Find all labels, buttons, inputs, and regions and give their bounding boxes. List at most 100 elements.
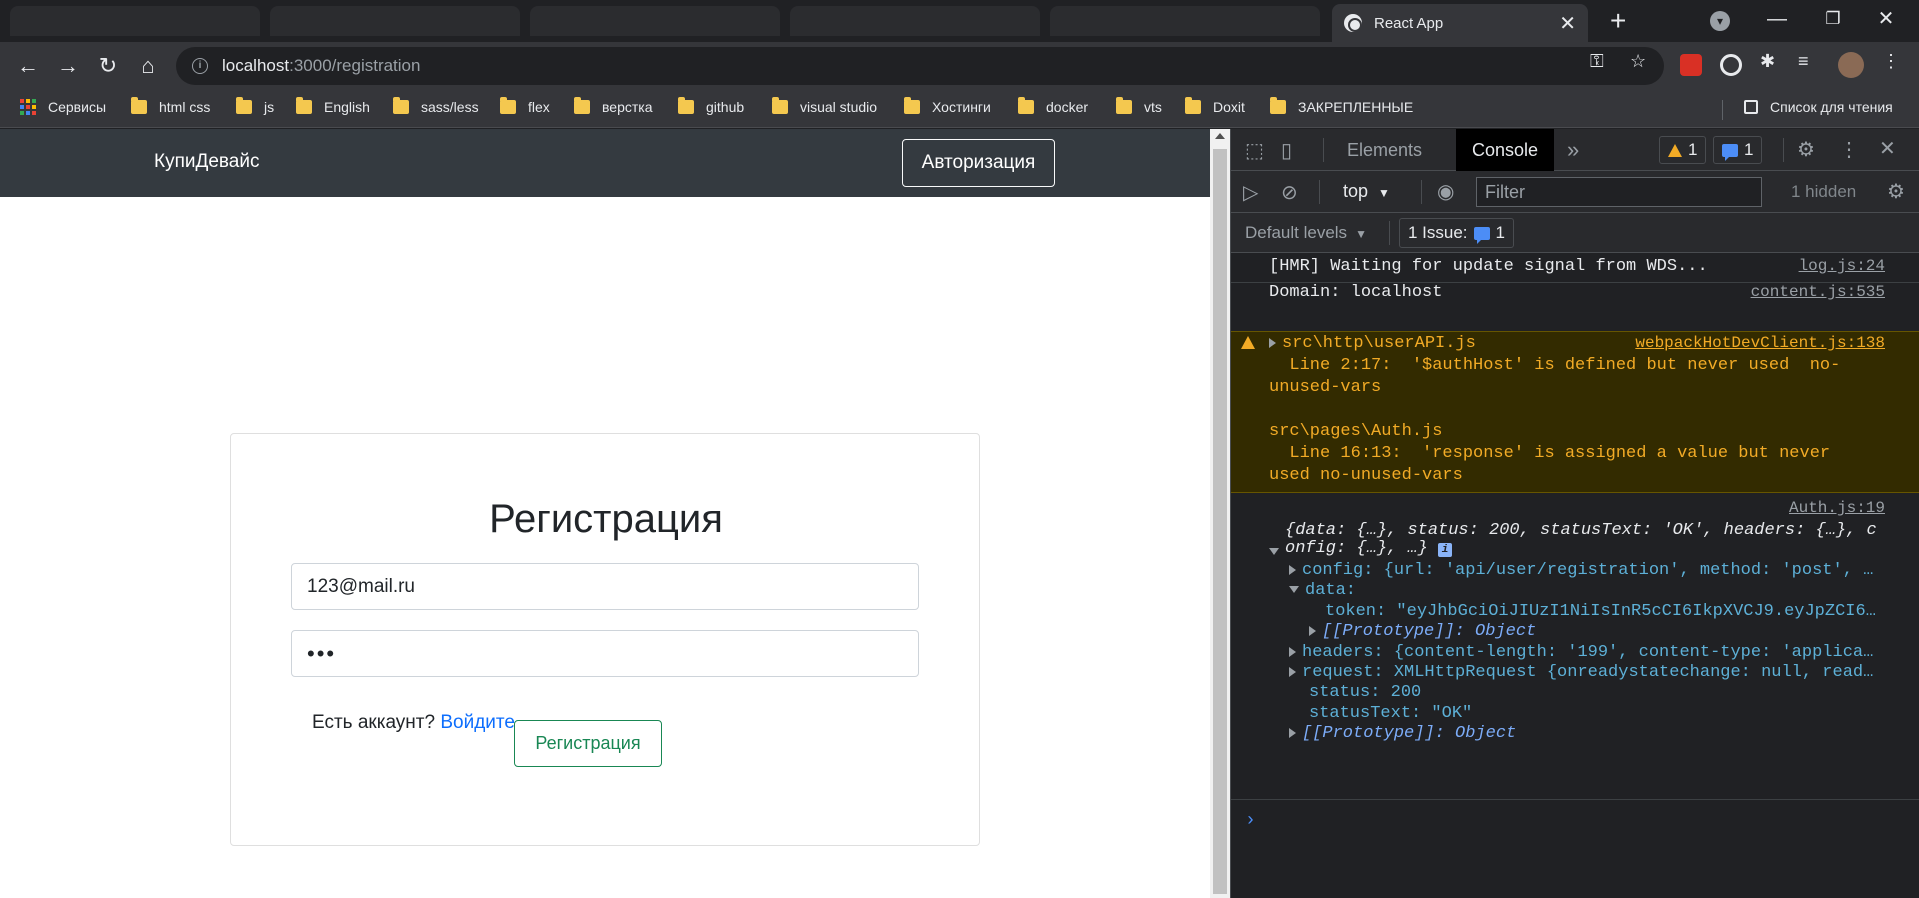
- clear-console-icon[interactable]: ⊘: [1281, 180, 1298, 205]
- gear-icon[interactable]: ⚙: [1887, 179, 1905, 204]
- prop-prototype[interactable]: [[Prototype]]: Object: [1289, 724, 1516, 743]
- window-close-button[interactable]: ✕: [1866, 4, 1906, 34]
- tab-elements[interactable]: Elements: [1331, 129, 1438, 171]
- bookmark-folder[interactable]: vts: [1116, 97, 1162, 115]
- bookmark-folder[interactable]: html css: [131, 97, 210, 115]
- warnings-badge[interactable]: 1: [1659, 136, 1707, 164]
- login-button[interactable]: Авторизация: [902, 139, 1055, 187]
- gear-icon[interactable]: ⚙: [1797, 137, 1815, 162]
- register-button[interactable]: Регистрация: [514, 720, 662, 767]
- warning-file-1[interactable]: src\http\userAPI.js: [1269, 334, 1476, 353]
- log-levels-select[interactable]: Default levels ▼: [1245, 223, 1367, 243]
- background-tab[interactable]: [1050, 6, 1320, 36]
- folder-icon: [1270, 97, 1286, 114]
- password-field[interactable]: •••: [291, 630, 919, 677]
- bookmark-apps[interactable]: Сервисы: [20, 99, 106, 115]
- eye-icon[interactable]: ◉: [1437, 179, 1454, 204]
- reload-button[interactable]: ↻: [92, 50, 124, 82]
- source-link[interactable]: Auth.js:19: [1789, 499, 1885, 517]
- minimize-button[interactable]: —: [1757, 4, 1797, 34]
- bookmark-folder[interactable]: visual studio: [772, 97, 877, 115]
- close-icon[interactable]: ✕: [1879, 136, 1896, 161]
- object-toggle[interactable]: [1269, 543, 1285, 562]
- object-summary-text: onfig: {…}, …}: [1285, 539, 1428, 558]
- info-icon[interactable]: i: [1438, 543, 1453, 557]
- context-select[interactable]: top ▼: [1343, 181, 1390, 202]
- expand-arrow-icon: [1289, 666, 1296, 677]
- login-link[interactable]: Войдите: [440, 712, 515, 733]
- sidebar-toggle-icon[interactable]: ▷: [1243, 180, 1258, 205]
- back-button[interactable]: ←: [12, 50, 44, 82]
- bookmark-folder[interactable]: js: [236, 97, 274, 115]
- prop-prototype[interactable]: [[Prototype]]: Object: [1309, 622, 1536, 641]
- scrollbar-thumb[interactable]: [1213, 149, 1227, 894]
- brand-link[interactable]: КупиДевайс: [154, 151, 259, 173]
- warning-text: Line 16:13: 'response' is assigned a val…: [1269, 444, 1831, 463]
- prop-config[interactable]: config: {url: 'api/user/registration', m…: [1289, 561, 1873, 580]
- forward-button[interactable]: →: [52, 50, 84, 82]
- filter-input[interactable]: Filter: [1476, 177, 1762, 207]
- new-tab-button[interactable]: +: [1610, 6, 1626, 36]
- bookmark-folder[interactable]: github: [678, 97, 744, 115]
- prop-text: statusText: "OK": [1309, 704, 1473, 723]
- key-icon[interactable]: ⚿: [1590, 51, 1604, 72]
- bookmark-label: English: [324, 99, 370, 115]
- maximize-button[interactable]: ❐: [1813, 4, 1853, 34]
- active-tab[interactable]: React App ✕: [1332, 4, 1588, 42]
- page-viewport: КупиДевайс Авторизация Регистрация 123@m…: [0, 129, 1230, 898]
- divider: [1783, 138, 1784, 162]
- bookmark-folder[interactable]: Хостинги: [904, 97, 991, 115]
- background-tab[interactable]: [10, 6, 260, 36]
- bookmark-label: верстка: [602, 99, 653, 115]
- tab-console[interactable]: Console: [1456, 129, 1555, 171]
- folder-icon: [678, 97, 694, 114]
- device-toggle-icon[interactable]: ▯: [1281, 138, 1292, 163]
- issues-button[interactable]: 1 Issue: 1: [1399, 218, 1515, 248]
- warning-count: 1: [1688, 140, 1698, 159]
- issues-label: 1 Issue:: [1408, 223, 1468, 242]
- kebab-menu-icon[interactable]: ⋮: [1839, 137, 1859, 162]
- source-link[interactable]: content.js:535: [1751, 283, 1885, 301]
- more-tabs-icon[interactable]: »: [1567, 137, 1579, 163]
- site-info-icon[interactable]: i: [192, 58, 208, 74]
- bookmark-folder[interactable]: Doxit: [1185, 97, 1245, 115]
- messages-badge[interactable]: 1: [1713, 136, 1763, 164]
- object-summary[interactable]: {data: {…}, status: 200, statusText: 'OK…: [1285, 521, 1877, 540]
- puzzle-icon[interactable]: ✱: [1760, 51, 1775, 72]
- scroll-up-icon[interactable]: [1215, 133, 1225, 139]
- background-tab[interactable]: [270, 6, 520, 36]
- star-icon[interactable]: ☆: [1630, 51, 1646, 72]
- page-title: Регистрация: [489, 497, 723, 541]
- page-scrollbar[interactable]: [1210, 129, 1230, 898]
- tab-search-icon[interactable]: ▾: [1710, 11, 1730, 31]
- bookmark-folder[interactable]: flex: [500, 97, 550, 115]
- home-button[interactable]: ⌂: [132, 50, 164, 82]
- console-prompt[interactable]: ›: [1245, 811, 1256, 831]
- bookmark-folder[interactable]: верстка: [574, 97, 653, 115]
- bookmark-label: flex: [528, 99, 550, 115]
- source-link[interactable]: webpackHotDevClient.js:138: [1635, 334, 1885, 352]
- bookmark-folder[interactable]: English: [296, 97, 370, 115]
- background-tab[interactable]: [530, 6, 780, 36]
- url-path: :3000/registration: [289, 56, 421, 75]
- bookmark-label: Сервисы: [48, 99, 107, 115]
- kebab-menu-icon[interactable]: ⋮: [1882, 51, 1900, 72]
- extension-icon[interactable]: [1720, 54, 1742, 76]
- extension-icon[interactable]: [1680, 54, 1702, 76]
- email-field[interactable]: 123@mail.ru: [291, 563, 919, 610]
- avatar[interactable]: [1838, 52, 1864, 78]
- prop-data[interactable]: data:: [1289, 581, 1356, 600]
- prop-headers[interactable]: headers: {content-length: '199', content…: [1289, 643, 1873, 662]
- bookmark-folder[interactable]: docker: [1018, 97, 1088, 115]
- media-icon[interactable]: ≡: [1798, 51, 1809, 72]
- bookmark-folder[interactable]: ЗАКРЕПЛЕННЫЕ: [1270, 97, 1413, 115]
- reading-list-button[interactable]: Список для чтения: [1744, 99, 1893, 115]
- prop-request[interactable]: request: XMLHttpRequest {onreadystatecha…: [1289, 663, 1873, 682]
- inspect-icon[interactable]: ⬚: [1245, 138, 1264, 163]
- close-icon[interactable]: ✕: [1559, 11, 1576, 36]
- background-tab[interactable]: [790, 6, 1040, 36]
- context-value: top: [1343, 181, 1369, 201]
- bookmark-folder[interactable]: sass/less: [393, 97, 479, 115]
- address-bar[interactable]: i localhost :3000/registration: [176, 47, 1664, 85]
- source-link[interactable]: log.js:24: [1799, 257, 1885, 275]
